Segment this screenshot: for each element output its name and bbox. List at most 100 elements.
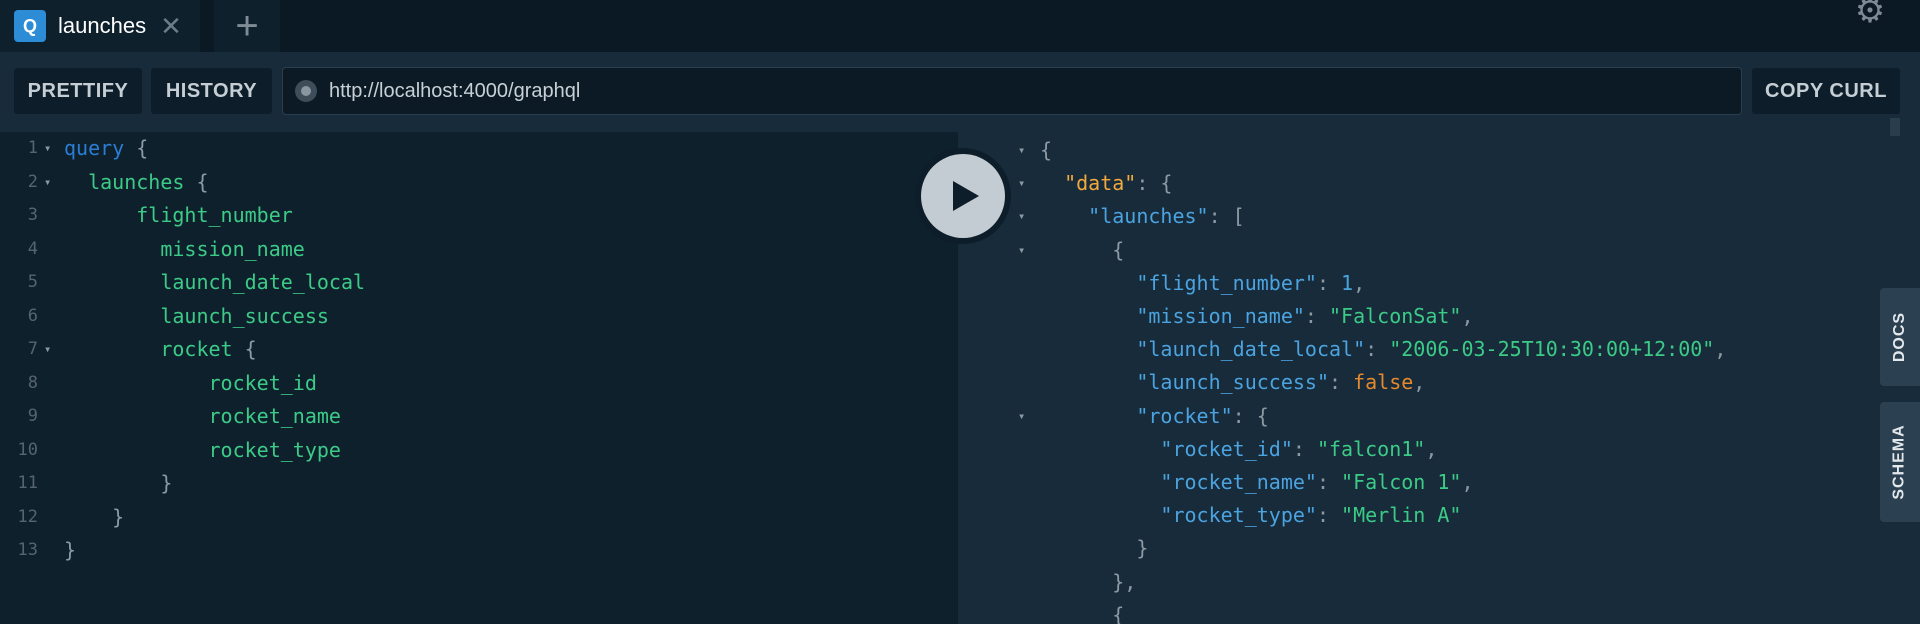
code-token: "launches" <box>1040 204 1209 229</box>
fold-arrow-icon[interactable]: ▾ <box>1018 400 1025 433</box>
query-editor[interactable]: 1 ▾ query {2 ▾ launches {3 flight_number 4 m… <box>0 132 958 624</box>
docs-tab[interactable]: DOCS <box>1880 288 1920 386</box>
code-token: "rocket_type" <box>1040 503 1317 528</box>
line-code: rocket_type <box>64 434 340 467</box>
result-line: "rocket_id": "falcon1", <box>958 433 1920 466</box>
line-number: 12 <box>17 506 38 527</box>
line-code: } <box>64 501 124 534</box>
line-code: "launch_date_local": "2006-03-25T10:30:0… <box>1040 333 1726 366</box>
line-code: mission_name <box>64 233 305 266</box>
result-line: ▾ "data": { <box>958 167 1920 200</box>
line-code: { <box>1040 134 1052 167</box>
history-button[interactable]: HISTORY <box>151 68 272 114</box>
code-token: : <box>1316 270 1342 295</box>
code-token: : <box>1292 436 1317 461</box>
endpoint-url-field[interactable]: http://localhost:4000/graphql <box>282 67 1742 115</box>
play-icon <box>921 154 1005 238</box>
code-token: "rocket_id" <box>1040 436 1293 461</box>
line-number: 11 <box>17 473 38 493</box>
gear-icon[interactable]: ⚙ <box>1850 0 1890 28</box>
code-token: , <box>1425 436 1438 461</box>
fold-arrow-icon[interactable]: ▾ <box>44 132 51 165</box>
line-number: 2 <box>27 171 38 192</box>
result-line: }, <box>958 566 1920 599</box>
fold-arrow-icon[interactable]: ▾ <box>44 166 51 199</box>
code-token: : <box>1328 370 1354 395</box>
line-code: "rocket_id": "falcon1", <box>1040 433 1437 466</box>
schema-tab[interactable]: SCHEMA <box>1880 402 1920 522</box>
editor-line: 4 mission_name <box>0 233 958 266</box>
code-token: "data" <box>1040 171 1137 196</box>
code-token: , <box>1353 270 1366 295</box>
code-token: } <box>64 471 173 495</box>
line-number: 10 <box>17 439 38 460</box>
query-badge-icon: Q <box>14 10 46 42</box>
line-code: launch_date_local <box>64 266 365 299</box>
code-token: false <box>1353 370 1414 395</box>
editor-line: 13} <box>0 534 958 567</box>
prettify-button[interactable]: PRETTIFY <box>14 68 142 114</box>
code-token: rocket <box>64 337 233 361</box>
code-token: "rocket" <box>1040 403 1233 428</box>
line-code: launch_success <box>64 300 329 333</box>
copy-curl-button[interactable]: COPY CURL <box>1752 68 1900 114</box>
code-token: "2006-03-25T10:30:00+12:00" <box>1389 337 1715 362</box>
result-line: ▾{ <box>958 134 1920 167</box>
code-token: } <box>1040 536 1149 561</box>
line-code: launches { <box>64 166 208 199</box>
editor-line: 10 rocket_type <box>0 434 958 467</box>
line-code: } <box>64 534 76 567</box>
code-token: mission_name <box>64 236 305 261</box>
line-code: "flight_number": 1, <box>1040 267 1365 300</box>
code-token: launch_date_local <box>64 270 366 294</box>
line-code: "rocket_name": "Falcon 1", <box>1040 466 1473 499</box>
line-code: } <box>1040 532 1148 565</box>
code-token: : <box>1316 503 1342 528</box>
fold-arrow-icon[interactable]: ▾ <box>1018 200 1025 233</box>
editor-line: 9 rocket_name <box>0 400 958 433</box>
result-line: "mission_name": "FalconSat", <box>958 300 1920 333</box>
code-token: } <box>64 538 77 562</box>
code-token: "rocket_name" <box>1040 470 1317 494</box>
code-token: , <box>1461 304 1474 328</box>
fold-arrow-icon[interactable]: ▾ <box>1018 234 1025 267</box>
code-token: : { <box>1136 171 1173 196</box>
line-code: rocket_name <box>64 400 341 433</box>
line-code: query { <box>64 132 148 165</box>
execute-query-button[interactable] <box>915 148 1011 244</box>
line-number: 13 <box>17 540 38 560</box>
code-token: } <box>64 504 125 529</box>
code-token: rocket_name <box>64 404 341 428</box>
code-token: "FalconSat" <box>1329 304 1462 328</box>
editor-line: 8 rocket_id <box>0 367 958 400</box>
docs-tab-label: DOCS <box>1891 311 1909 363</box>
close-icon[interactable]: ✕ <box>160 13 182 39</box>
code-token: 1 <box>1341 270 1354 295</box>
code-token: , <box>1714 337 1727 362</box>
code-token: "Merlin A" <box>1341 503 1462 528</box>
results-scrollbar[interactable] <box>1890 118 1900 136</box>
line-code: "data": { <box>1040 167 1172 200</box>
schema-tab-label: SCHEMA <box>1891 424 1908 500</box>
result-line: "flight_number": 1, <box>958 267 1920 300</box>
line-number: 8 <box>27 372 38 393</box>
editor-line: 11 } <box>0 467 958 500</box>
fold-arrow-icon[interactable]: ▾ <box>1018 134 1025 167</box>
code-token: flight_number <box>64 203 293 227</box>
code-token: }, <box>1040 569 1137 594</box>
line-code: "launches": [ <box>1040 200 1245 233</box>
line-number: 5 <box>27 272 38 292</box>
editor-line: 2 ▾ launches { <box>0 166 958 199</box>
code-token: query <box>64 136 125 160</box>
code-token: "launch_date_local" <box>1040 337 1366 362</box>
fold-arrow-icon[interactable]: ▾ <box>44 333 51 366</box>
code-token: : [ <box>1208 204 1245 229</box>
tab-launches[interactable]: Q launches ✕ <box>0 0 200 52</box>
add-tab-button[interactable]: + <box>214 0 280 52</box>
code-token: launches <box>64 169 185 194</box>
editor-line: 5 launch_date_local <box>0 266 958 299</box>
code-token: launch_success <box>64 303 329 328</box>
result-line: "launch_date_local": "2006-03-25T10:30:0… <box>958 333 1920 366</box>
fold-arrow-icon[interactable]: ▾ <box>1018 167 1025 200</box>
line-code: flight_number <box>64 199 293 232</box>
